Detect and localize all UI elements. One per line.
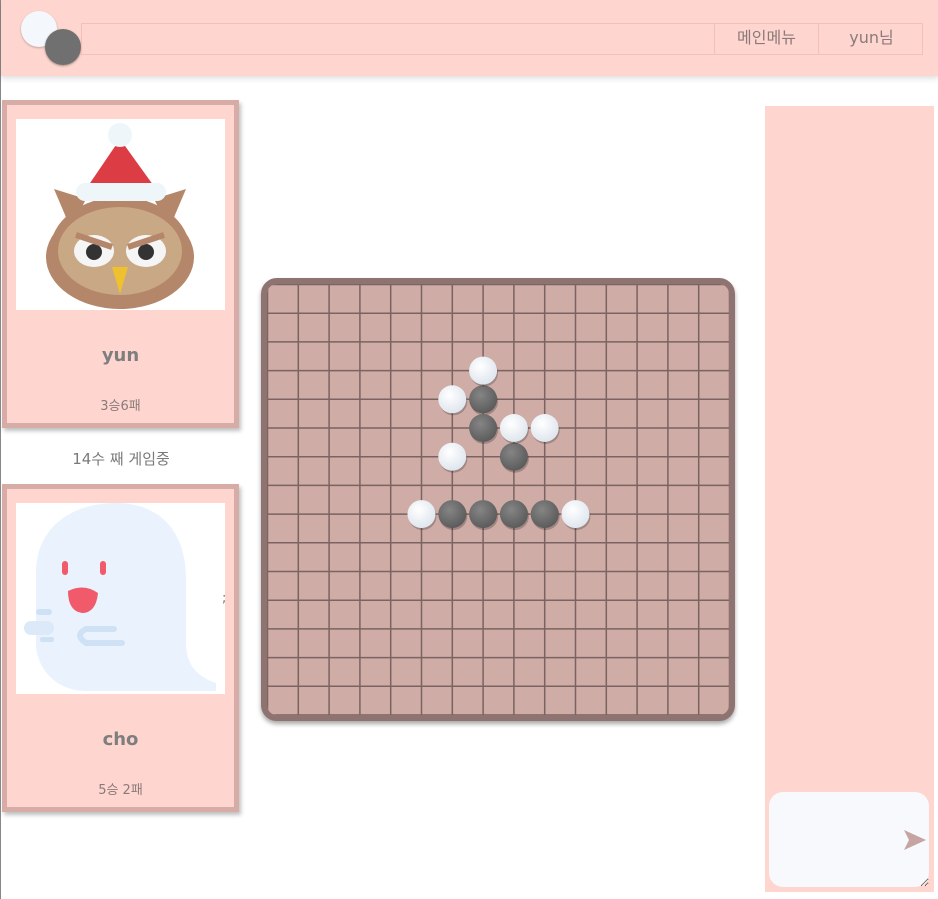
black-stone [469, 500, 498, 529]
black-stone [469, 414, 498, 442]
nav-bar: 메인메뉴 yun님 [81, 23, 923, 55]
black-stone [469, 385, 498, 414]
white-stone [438, 385, 467, 414]
white-stone [530, 414, 559, 442]
white-stone [469, 356, 498, 385]
player-card-1: yun 3승6패 [2, 100, 239, 428]
logo-black-stone [45, 29, 81, 65]
black-stone [499, 500, 528, 529]
black-stone [438, 500, 467, 529]
white-stone [438, 442, 467, 471]
game-board[interactable] [261, 278, 735, 721]
main-menu-link[interactable]: 메인메뉴 [714, 23, 818, 55]
header-bar: 메인메뉴 yun님 [1, 0, 938, 76]
black-stone [530, 500, 559, 529]
white-stone [561, 500, 590, 529]
player-card-2: cho 5승 2패 [2, 484, 239, 812]
player-record: 3승6패 [100, 399, 141, 414]
ghost-icon [16, 503, 225, 694]
stray-text: ; [222, 591, 227, 606]
logo-stones-icon[interactable] [19, 10, 85, 68]
send-arrow-icon[interactable] [902, 828, 928, 852]
player-name: yun [101, 345, 140, 366]
board-grid[interactable] [267, 284, 729, 715]
chat-panel [765, 106, 934, 892]
player-name: cho [102, 729, 139, 750]
owl-santa-hat-icon [16, 119, 225, 310]
user-menu-link[interactable]: yun님 [818, 23, 924, 55]
game-status-text: 14수 째 게임중 [72, 450, 170, 468]
black-stone [499, 442, 528, 471]
white-stone [499, 414, 528, 442]
white-stone [407, 500, 436, 529]
player-record: 5승 2패 [98, 783, 143, 798]
